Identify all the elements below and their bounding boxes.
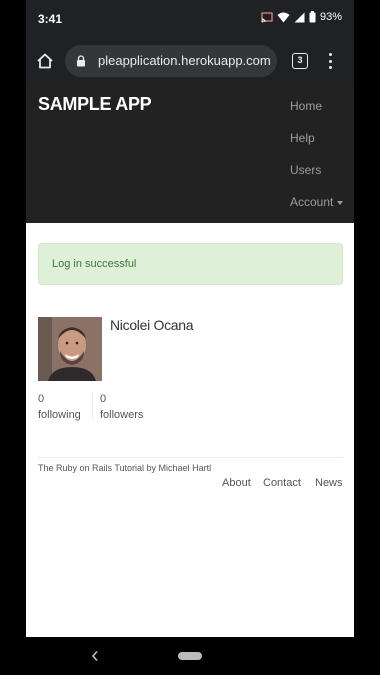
address-bar[interactable]: pleapplication.herokuapp.com [65,45,277,77]
footer-about-link[interactable]: About [222,477,251,489]
stat-divider [92,392,93,420]
nav-users[interactable]: Users [290,163,321,177]
status-bar: 3:41 93% [26,0,354,38]
status-icons: 93% [261,11,342,23]
browser-toolbar: pleapplication.herokuapp.com 3 [26,38,354,86]
battery-percent: 93% [319,11,342,23]
flash-success: Log in successful [38,243,343,285]
system-nav-bar [26,637,354,675]
home-icon[interactable] [36,52,54,70]
url-text: pleapplication.herokuapp.com [98,53,271,68]
footer-divider [38,457,343,458]
nav-home[interactable]: Home [290,99,322,113]
avatar [38,317,102,381]
status-time: 3:41 [38,12,63,26]
following-label: following [38,409,81,421]
wifi-icon [277,12,290,22]
footer-contact-link[interactable]: Contact [263,477,301,489]
phone-screen: 3:41 93% pleapplication.herokuapp.com 3 … [26,0,354,675]
nav-account-dropdown[interactable]: Account [290,195,344,209]
footer-news-link[interactable]: News [315,477,343,489]
main-content: Log in successful Nicolei Ocana 0 follow… [26,223,354,637]
menu-icon[interactable] [329,53,333,69]
lock-icon [77,55,85,67]
user-name: Nicolei Ocana [110,317,194,333]
following-stat[interactable]: 0 following [38,391,81,423]
followers-stat[interactable]: 0 followers [100,391,143,423]
following-count: 0 [38,393,45,405]
signal-icon [294,12,305,22]
followers-count: 0 [100,393,107,405]
footer-credit: The Ruby on Rails Tutorial by Michael Ha… [38,463,212,473]
nav-account-label: Account [290,195,334,209]
brand-logo[interactable]: SAMPLE APP [38,94,152,115]
back-icon[interactable] [91,650,99,662]
battery-icon [309,11,316,23]
followers-label: followers [100,409,144,421]
caret-down-icon [337,200,344,205]
home-pill-button[interactable] [178,652,202,660]
cast-icon [261,11,273,22]
app-header: SAMPLE APP Home Help Users Account [26,86,354,223]
tab-switcher-button[interactable]: 3 [292,53,308,69]
nav-help[interactable]: Help [290,131,315,145]
